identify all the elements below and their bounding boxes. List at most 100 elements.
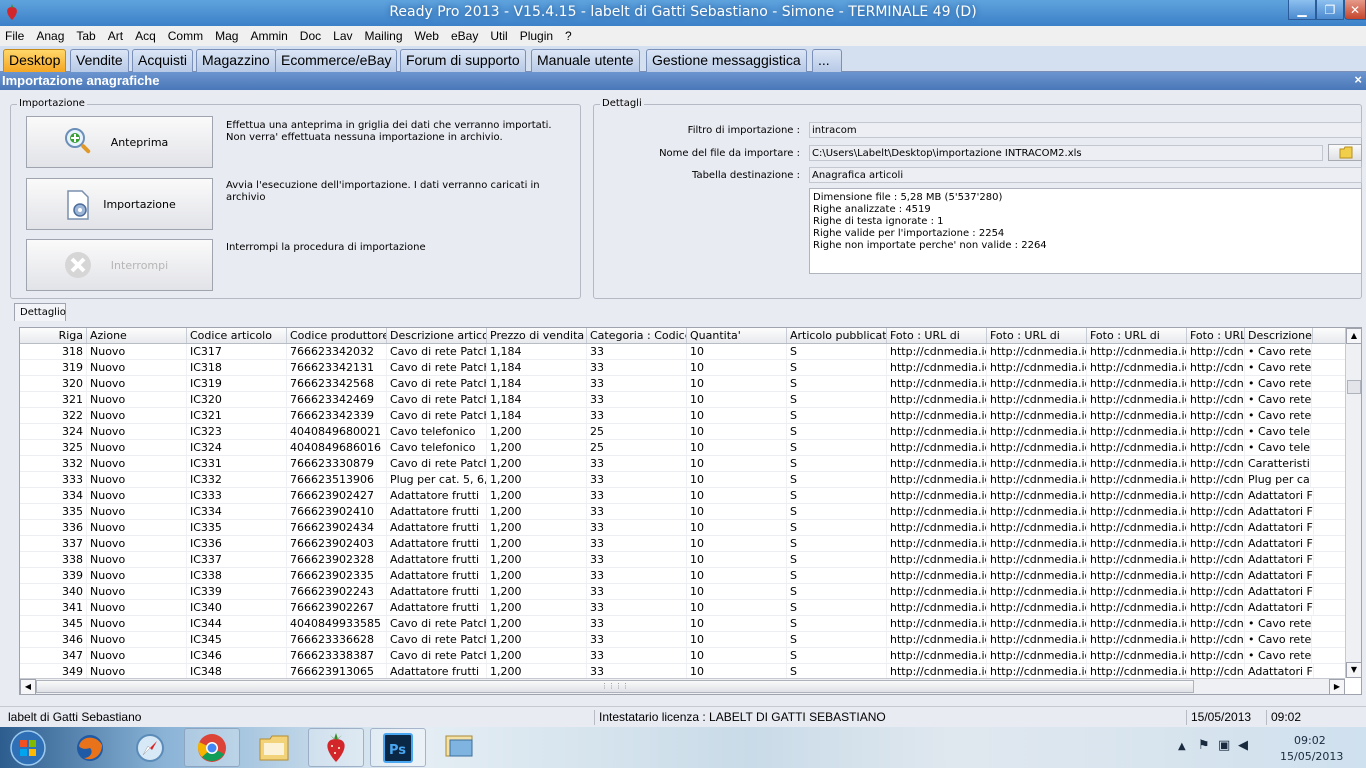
table-cell[interactable]: http://cdnmedia.ici — [887, 440, 987, 455]
table-cell[interactable]: Cavo telefonico — [387, 424, 487, 439]
table-cell[interactable]: http://cdnmedia.ici — [1087, 472, 1187, 487]
table-cell[interactable]: 33 — [587, 456, 687, 471]
table-cell[interactable]: S — [787, 520, 887, 535]
table-cell[interactable]: http://cdnmedia.ici — [1187, 408, 1245, 423]
table-cell[interactable]: Adattatore frutti — [387, 584, 487, 599]
table-cell[interactable]: 766623902267 — [287, 600, 387, 615]
table-cell[interactable]: 1,184 — [487, 408, 587, 423]
table-cell[interactable]: http://cdnmedia.ici — [1187, 568, 1245, 583]
table-cell[interactable]: http://cdnmedia.ici — [987, 472, 1087, 487]
table-cell[interactable]: 33 — [587, 360, 687, 375]
table-cell[interactable]: http://cdnmedia.ici — [887, 392, 987, 407]
table-cell[interactable]: 1,200 — [487, 504, 587, 519]
table-cell[interactable]: 1,184 — [487, 360, 587, 375]
table-cell[interactable]: 339 — [20, 568, 87, 583]
table-cell[interactable]: Adattatori F — [1245, 504, 1314, 519]
table-cell[interactable]: http://cdnmedia.ici — [887, 536, 987, 551]
table-cell[interactable]: http://cdnmedia.ici — [1087, 488, 1187, 503]
table-cell[interactable]: http://cdnmedia.ici — [887, 648, 987, 663]
table-cell[interactable]: Nuovo — [87, 536, 187, 551]
table-cell[interactable]: 33 — [587, 552, 687, 567]
table-cell[interactable]: Cavo di rete Patch — [387, 344, 487, 359]
table-cell[interactable]: • Cavo rete — [1245, 648, 1313, 663]
table-cell[interactable]: IC317 — [187, 344, 287, 359]
table-cell[interactable]: 10 — [687, 616, 787, 631]
table-cell[interactable]: • Cavo rete — [1245, 360, 1313, 375]
table-cell[interactable]: Nuovo — [87, 408, 187, 423]
table-cell[interactable]: http://cdnmedia.ici — [1087, 600, 1187, 615]
table-cell[interactable]: • Cavo rete — [1245, 392, 1313, 407]
menu-plugin[interactable]: Plugin — [520, 29, 553, 43]
table-cell[interactable]: http://cdnmedia.ici — [1087, 552, 1187, 567]
table-cell[interactable]: Adattatori F — [1245, 664, 1314, 679]
table-cell[interactable]: Adattatori F — [1245, 536, 1314, 551]
table-cell[interactable]: 766623342469 — [287, 392, 387, 407]
table-cell[interactable]: http://cdnmedia.ici — [987, 360, 1087, 375]
table-cell[interactable]: Nuovo — [87, 552, 187, 567]
data-grid[interactable]: Riga Azione Codice articolo Codice produtto… — [19, 327, 1362, 695]
vertical-scrollbar[interactable]: ▲ ▼ — [1345, 328, 1361, 678]
table-cell[interactable]: 766623513906 — [287, 472, 387, 487]
table-cell[interactable]: http://cdnmedia.ici — [887, 664, 987, 679]
table-cell[interactable]: Adattatore frutti — [387, 664, 487, 679]
table-cell[interactable]: 1,200 — [487, 584, 587, 599]
table-cell[interactable]: 10 — [687, 456, 787, 471]
table-cell[interactable]: 10 — [687, 392, 787, 407]
table-cell[interactable]: http://cdnmedia.ici — [1087, 344, 1187, 359]
table-cell[interactable]: http://cdnmedia.ici — [1187, 584, 1245, 599]
table-row[interactable]: 318 Nuovo IC317 766623342032 Cavo di rete Pa… — [20, 344, 1345, 360]
table-cell[interactable]: 336 — [20, 520, 87, 535]
table-cell[interactable]: 33 — [587, 472, 687, 487]
table-row[interactable]: 320 Nuovo IC319 766623342568 Cavo di rete Pa… — [20, 376, 1345, 392]
table-cell[interactable]: 10 — [687, 408, 787, 423]
vertical-scroll-thumb[interactable] — [1347, 380, 1361, 394]
table-cell[interactable]: Cavo di rete Patch — [387, 360, 487, 375]
table-cell[interactable]: 10 — [687, 376, 787, 391]
menu-comm[interactable]: Comm — [168, 29, 203, 43]
table-cell[interactable]: http://cdnmedia.ici — [887, 376, 987, 391]
table-cell[interactable]: Adattatore frutti — [387, 520, 487, 535]
table-cell[interactable]: 1,200 — [487, 632, 587, 647]
table-cell[interactable]: http://cdnmedia.ici — [1187, 536, 1245, 551]
table-cell[interactable]: http://cdnmedia.ici — [987, 424, 1087, 439]
table-cell[interactable]: http://cdnmedia.ici — [1087, 648, 1187, 663]
table-cell[interactable]: S — [787, 424, 887, 439]
table-cell[interactable]: 766623902328 — [287, 552, 387, 567]
table-cell[interactable]: • Cavo rete — [1245, 408, 1313, 423]
horizontal-scrollbar[interactable]: ◀ ⋮⋮⋮⋮ ▶ — [20, 678, 1345, 694]
table-cell[interactable]: Nuovo — [87, 344, 187, 359]
table-cell[interactable]: S — [787, 360, 887, 375]
table-row[interactable]: 339 Nuovo IC338 766623902335 Adattatore frut… — [20, 568, 1345, 584]
maximize-button[interactable]: ❐ — [1316, 0, 1344, 20]
table-cell[interactable]: IC320 — [187, 392, 287, 407]
table-cell[interactable]: http://cdnmedia.ici — [1187, 648, 1245, 663]
table-cell[interactable]: S — [787, 344, 887, 359]
table-cell[interactable]: Adattatori F — [1245, 568, 1314, 583]
table-cell[interactable]: http://cdnmedia.ici — [987, 584, 1087, 599]
table-cell[interactable]: http://cdnmedia.ici — [1187, 600, 1245, 615]
table-cell[interactable]: IC339 — [187, 584, 287, 599]
table-cell[interactable]: 33 — [587, 344, 687, 359]
table-cell[interactable]: http://cdnmedia.ici — [1087, 424, 1187, 439]
column-header[interactable]: Categoria : Codice — [587, 328, 687, 343]
table-cell[interactable]: IC334 — [187, 504, 287, 519]
table-cell[interactable]: Adattatori F — [1245, 488, 1314, 503]
table-cell[interactable]: 10 — [687, 632, 787, 647]
table-cell[interactable]: Nuovo — [87, 632, 187, 647]
table-cell[interactable]: • Cavo rete — [1245, 632, 1313, 647]
table-cell[interactable]: 10 — [687, 504, 787, 519]
menu-ammin[interactable]: Ammin — [250, 29, 287, 43]
table-cell[interactable]: Adattatore frutti — [387, 536, 487, 551]
table-cell[interactable]: Nuovo — [87, 568, 187, 583]
table-cell[interactable]: S — [787, 632, 887, 647]
table-cell[interactable]: Cavo di rete Patch — [387, 632, 487, 647]
column-header[interactable]: Quantita' — [687, 328, 787, 343]
table-cell[interactable]: Nuovo — [87, 392, 187, 407]
table-cell[interactable]: http://cdnmedia.ici — [1187, 376, 1245, 391]
panel-close-icon[interactable]: × — [1354, 72, 1362, 87]
menu-util[interactable]: Util — [490, 29, 507, 43]
table-cell[interactable]: http://cdnmedia.ici — [987, 456, 1087, 471]
table-cell[interactable]: 322 — [20, 408, 87, 423]
table-cell[interactable]: 1,200 — [487, 536, 587, 551]
table-cell[interactable]: http://cdnmedia.ici — [887, 360, 987, 375]
